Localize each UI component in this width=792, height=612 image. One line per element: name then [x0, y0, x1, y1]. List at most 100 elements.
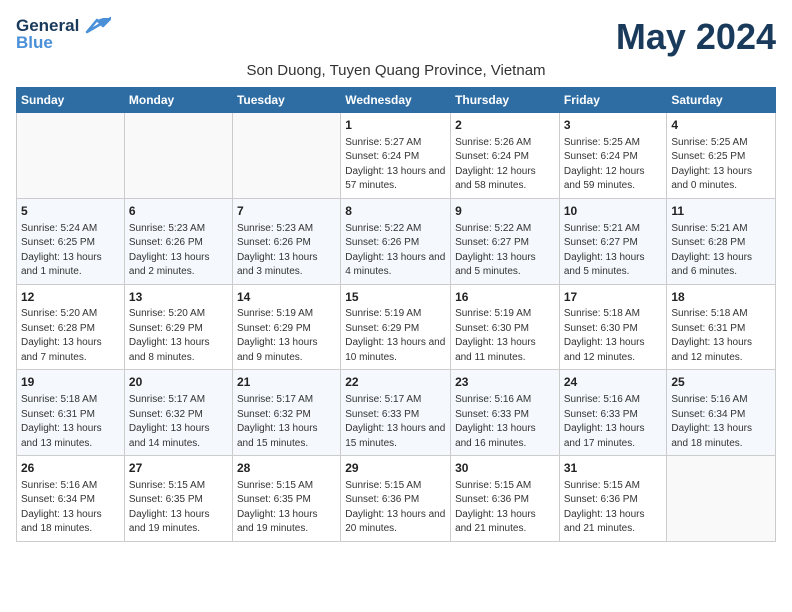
day-info: Sunrise: 5:15 AM Sunset: 6:35 PM Dayligh… [237, 479, 336, 537]
day-info: Sunrise: 5:24 AM Sunset: 6:25 PM Dayligh… [21, 222, 120, 280]
logo: General Blue [16, 16, 111, 53]
calendar-day-10: 10 Sunrise: 5:21 AM Sunset: 6:27 PM Dayli… [559, 198, 667, 284]
day-info: Sunrise: 5:16 AM Sunset: 6:34 PM Dayligh… [21, 479, 120, 537]
calendar-day-1: 1Sunrise: 5:27 AM Sunset: 6:24 PM Daylig… [341, 113, 451, 199]
calendar-day-9: 9Sunrise: 5:22 AM Sunset: 6:27 PM Daylig… [451, 198, 560, 284]
calendar-day-31: 31 Sunrise: 5:15 AM Sunset: 6:36 PM Dayli… [559, 456, 667, 542]
day-number: 13 [129, 289, 228, 306]
day-number: 7 [237, 203, 336, 220]
day-number: 3 [564, 117, 663, 134]
day-number: 16 [455, 289, 555, 306]
calendar-table: SundayMondayTuesdayWednesdayThursdayFrid… [16, 87, 776, 542]
calendar-day-17: 17Sunrise: 5:18 AM Sunset: 6:30 PM Dayli… [559, 284, 667, 370]
calendar-week-row: 19 Sunrise: 5:18 AM Sunset: 6:31 PM Dayli… [17, 370, 776, 456]
subtitle: Son Duong, Tuyen Quang Province, Vietnam [16, 62, 776, 79]
day-info: Sunrise: 5:18 AM Sunset: 6:30 PM Dayligh… [564, 307, 663, 365]
calendar-day-7: 7 Sunrise: 5:23 AM Sunset: 6:26 PM Daylig… [232, 198, 340, 284]
calendar-day-27: 27 Sunrise: 5:15 AM Sunset: 6:35 PM Dayli… [124, 456, 232, 542]
day-info: Sunrise: 5:15 AM Sunset: 6:35 PM Dayligh… [129, 479, 228, 537]
day-number: 28 [237, 460, 336, 477]
day-info: Sunrise: 5:20 AM Sunset: 6:29 PM Dayligh… [129, 307, 228, 365]
weekday-header-thursday: Thursday [451, 88, 560, 113]
day-number: 6 [129, 203, 228, 220]
day-info: Sunrise: 5:20 AM Sunset: 6:28 PM Dayligh… [21, 307, 120, 365]
day-info: Sunrise: 5:22 AM Sunset: 6:27 PM Dayligh… [455, 222, 555, 280]
calendar-header-row: SundayMondayTuesdayWednesdayThursdayFrid… [17, 88, 776, 113]
day-number: 5 [21, 203, 120, 220]
day-number: 10 [564, 203, 663, 220]
logo-general: General [16, 16, 79, 35]
calendar-day-26: 26 Sunrise: 5:16 AM Sunset: 6:34 PM Dayli… [17, 456, 125, 542]
calendar-day-18: 18Sunrise: 5:18 AM Sunset: 6:31 PM Dayli… [667, 284, 776, 370]
day-number: 31 [564, 460, 663, 477]
day-number: 25 [671, 374, 771, 391]
day-info: Sunrise: 5:17 AM Sunset: 6:32 PM Dayligh… [129, 393, 228, 451]
calendar-day-23: 23Sunrise: 5:16 AM Sunset: 6:33 PM Dayli… [451, 370, 560, 456]
day-number: 14 [237, 289, 336, 306]
day-number: 30 [455, 460, 555, 477]
weekday-header-friday: Friday [559, 88, 667, 113]
day-number: 4 [671, 117, 771, 134]
logo-bird-icon [83, 16, 111, 36]
calendar-day-19: 19 Sunrise: 5:18 AM Sunset: 6:31 PM Dayli… [17, 370, 125, 456]
day-info: Sunrise: 5:18 AM Sunset: 6:31 PM Dayligh… [671, 307, 771, 365]
calendar-day-22: 22 Sunrise: 5:17 AM Sunset: 6:33 PM Dayli… [341, 370, 451, 456]
day-info: Sunrise: 5:16 AM Sunset: 6:34 PM Dayligh… [671, 393, 771, 451]
day-info: Sunrise: 5:17 AM Sunset: 6:32 PM Dayligh… [237, 393, 336, 451]
calendar-week-row: 26 Sunrise: 5:16 AM Sunset: 6:34 PM Dayli… [17, 456, 776, 542]
day-number: 21 [237, 374, 336, 391]
day-info: Sunrise: 5:15 AM Sunset: 6:36 PM Dayligh… [345, 479, 446, 537]
day-info: Sunrise: 5:23 AM Sunset: 6:26 PM Dayligh… [237, 222, 336, 280]
day-info: Sunrise: 5:16 AM Sunset: 6:33 PM Dayligh… [564, 393, 663, 451]
day-number: 2 [455, 117, 555, 134]
day-info: Sunrise: 5:19 AM Sunset: 6:30 PM Dayligh… [455, 307, 555, 365]
day-info: Sunrise: 5:18 AM Sunset: 6:31 PM Dayligh… [21, 393, 120, 451]
day-info: Sunrise: 5:27 AM Sunset: 6:24 PM Dayligh… [345, 136, 446, 194]
page-header: General Blue May 2024 [16, 16, 776, 58]
day-info: Sunrise: 5:19 AM Sunset: 6:29 PM Dayligh… [237, 307, 336, 365]
day-number: 26 [21, 460, 120, 477]
day-info: Sunrise: 5:15 AM Sunset: 6:36 PM Dayligh… [455, 479, 555, 537]
calendar-body: 1Sunrise: 5:27 AM Sunset: 6:24 PM Daylig… [17, 113, 776, 542]
calendar-day-20: 20Sunrise: 5:17 AM Sunset: 6:32 PM Dayli… [124, 370, 232, 456]
weekday-header-tuesday: Tuesday [232, 88, 340, 113]
calendar-day-13: 13Sunrise: 5:20 AM Sunset: 6:29 PM Dayli… [124, 284, 232, 370]
calendar-day-29: 29Sunrise: 5:15 AM Sunset: 6:36 PM Dayli… [341, 456, 451, 542]
day-number: 8 [345, 203, 446, 220]
calendar-day-24: 24Sunrise: 5:16 AM Sunset: 6:33 PM Dayli… [559, 370, 667, 456]
calendar-day-25: 25 Sunrise: 5:16 AM Sunset: 6:34 PM Dayli… [667, 370, 776, 456]
weekday-header-wednesday: Wednesday [341, 88, 451, 113]
day-number: 15 [345, 289, 446, 306]
calendar-day-21: 21 Sunrise: 5:17 AM Sunset: 6:32 PM Dayli… [232, 370, 340, 456]
month-title: May 2024 [616, 16, 776, 58]
calendar-day-5: 5 Sunrise: 5:24 AM Sunset: 6:25 PM Daylig… [17, 198, 125, 284]
day-info: Sunrise: 5:21 AM Sunset: 6:28 PM Dayligh… [671, 222, 771, 280]
day-info: Sunrise: 5:25 AM Sunset: 6:25 PM Dayligh… [671, 136, 771, 194]
calendar-day-14: 14Sunrise: 5:19 AM Sunset: 6:29 PM Dayli… [232, 284, 340, 370]
calendar-day-30: 30 Sunrise: 5:15 AM Sunset: 6:36 PM Dayli… [451, 456, 560, 542]
calendar-day-8: 8Sunrise: 5:22 AM Sunset: 6:26 PM Daylig… [341, 198, 451, 284]
day-number: 17 [564, 289, 663, 306]
day-info: Sunrise: 5:23 AM Sunset: 6:26 PM Dayligh… [129, 222, 228, 280]
day-info: Sunrise: 5:21 AM Sunset: 6:27 PM Dayligh… [564, 222, 663, 280]
day-info: Sunrise: 5:25 AM Sunset: 6:24 PM Dayligh… [564, 136, 663, 194]
calendar-week-row: 12Sunrise: 5:20 AM Sunset: 6:28 PM Dayli… [17, 284, 776, 370]
calendar-empty-cell [667, 456, 776, 542]
calendar-day-4: 4 Sunrise: 5:25 AM Sunset: 6:25 PM Daylig… [667, 113, 776, 199]
day-number: 27 [129, 460, 228, 477]
calendar-empty-cell [232, 113, 340, 199]
calendar-day-2: 2 Sunrise: 5:26 AM Sunset: 6:24 PM Daylig… [451, 113, 560, 199]
day-info: Sunrise: 5:15 AM Sunset: 6:36 PM Dayligh… [564, 479, 663, 537]
day-number: 11 [671, 203, 771, 220]
calendar-day-15: 15Sunrise: 5:19 AM Sunset: 6:29 PM Dayli… [341, 284, 451, 370]
day-info: Sunrise: 5:19 AM Sunset: 6:29 PM Dayligh… [345, 307, 446, 365]
day-number: 19 [21, 374, 120, 391]
weekday-header-saturday: Saturday [667, 88, 776, 113]
calendar-week-row: 5 Sunrise: 5:24 AM Sunset: 6:25 PM Daylig… [17, 198, 776, 284]
calendar-day-28: 28 Sunrise: 5:15 AM Sunset: 6:35 PM Dayli… [232, 456, 340, 542]
day-info: Sunrise: 5:17 AM Sunset: 6:33 PM Dayligh… [345, 393, 446, 451]
day-number: 18 [671, 289, 771, 306]
day-number: 22 [345, 374, 446, 391]
calendar-day-16: 16Sunrise: 5:19 AM Sunset: 6:30 PM Dayli… [451, 284, 560, 370]
day-info: Sunrise: 5:26 AM Sunset: 6:24 PM Dayligh… [455, 136, 555, 194]
